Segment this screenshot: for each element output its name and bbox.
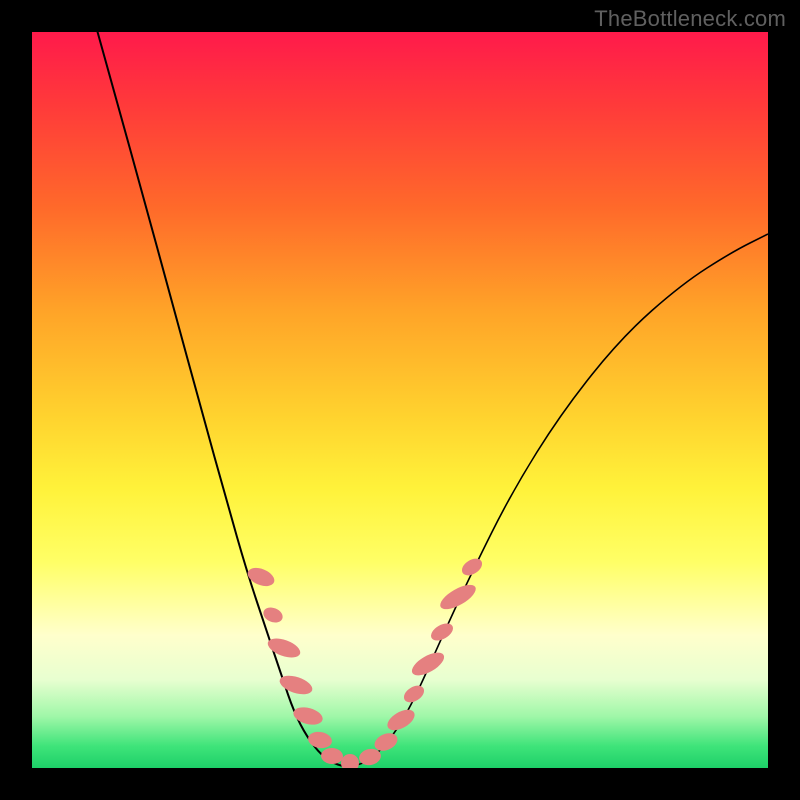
chart-stage: TheBottleneck.com: [0, 0, 800, 800]
right-curve: [350, 234, 768, 767]
chart-plot-area: [32, 32, 768, 768]
watermark-text: TheBottleneck.com: [594, 6, 786, 32]
left-curve: [92, 32, 350, 767]
curves-svg: [32, 32, 768, 768]
